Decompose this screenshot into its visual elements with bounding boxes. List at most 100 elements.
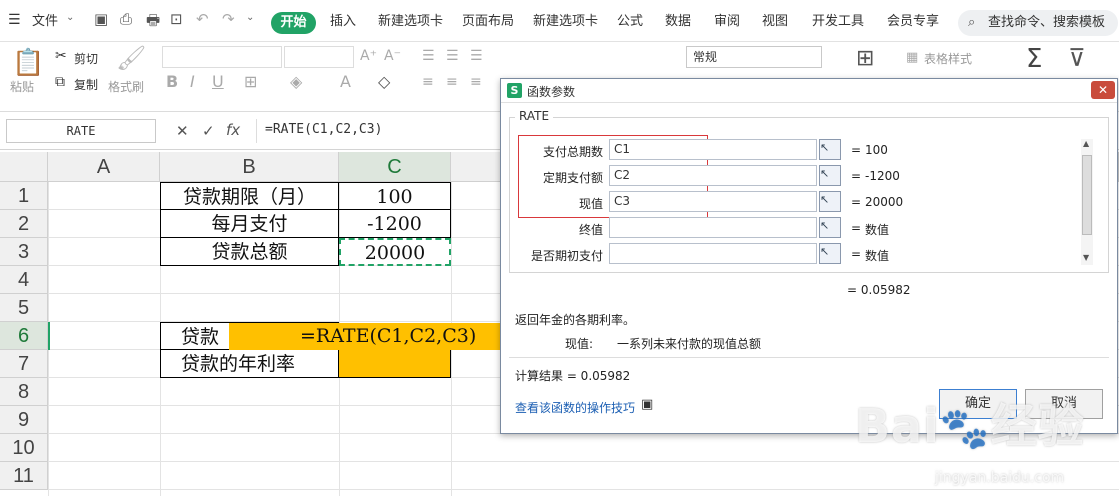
arg-input-pmt[interactable]: C2 — [609, 165, 817, 186]
cell-b1[interactable]: 贷款期限（月） — [160, 182, 339, 210]
tab-review[interactable]: 审阅 — [714, 10, 740, 29]
print-preview-icon[interactable]: ⎙ — [120, 10, 132, 28]
arg-input-nper[interactable]: C1 — [609, 139, 817, 160]
border-icon[interactable]: ⊞ — [244, 72, 257, 91]
fill-color-icon[interactable]: ◈ — [290, 72, 302, 91]
row-header[interactable]: 6 — [0, 322, 48, 350]
table-style-button[interactable]: 表格样式 — [924, 50, 972, 67]
row-header[interactable]: 9 — [0, 406, 48, 434]
scroll-up-icon[interactable]: ▲ — [1083, 139, 1089, 148]
tab-formulas[interactable]: 公式 — [617, 10, 643, 29]
align-right-icon[interactable]: ≡ — [470, 74, 482, 90]
tab-new-1[interactable]: 新建选项卡 — [378, 10, 443, 29]
tab-new-2[interactable]: 新建选项卡 — [533, 10, 598, 29]
help-link[interactable]: 查看该函数的操作技巧 — [515, 399, 635, 416]
select-all-corner[interactable] — [0, 152, 48, 182]
file-menu[interactable]: 文件 — [32, 10, 58, 29]
font-name-select[interactable] — [162, 46, 282, 68]
tab-page-layout[interactable]: 页面布局 — [462, 10, 514, 29]
print-icon[interactable]: 🖶 — [146, 10, 160, 35]
dialog-titlebar[interactable]: S 函数参数 ✕ — [501, 79, 1117, 103]
close-button[interactable]: ✕ — [1091, 81, 1115, 99]
cut-button[interactable]: 剪切 — [74, 50, 98, 67]
align-center-icon[interactable]: ≡ — [446, 74, 458, 90]
arg-input-fv[interactable] — [609, 217, 817, 238]
cell-c1[interactable]: 100 — [339, 182, 451, 210]
align-bottom-icon[interactable]: ☰ — [470, 48, 483, 64]
underline-icon[interactable]: U — [212, 72, 224, 91]
name-box[interactable]: RATE — [6, 119, 156, 143]
row-header[interactable]: 8 — [0, 378, 48, 406]
menu-icon[interactable]: ☰ — [8, 12, 21, 28]
font-grow-icon[interactable]: A⁺ — [360, 48, 377, 64]
range-picker-fv[interactable]: ↖ — [819, 217, 841, 238]
args-scrollbar[interactable]: ▲ ▼ — [1081, 139, 1093, 265]
row-header[interactable]: 2 — [0, 210, 48, 238]
arg-input-pv[interactable]: C3 — [609, 191, 817, 212]
font-shrink-icon[interactable]: A⁻ — [384, 48, 401, 64]
copy-icon[interactable]: ⧉ — [55, 74, 65, 90]
copy-button[interactable]: 复制 — [74, 76, 98, 93]
confirm-icon[interactable]: ✓ — [202, 122, 215, 140]
row-header[interactable]: 1 — [0, 182, 48, 210]
tab-insert[interactable]: 插入 — [330, 10, 356, 29]
row-header[interactable]: 11 — [0, 462, 48, 490]
paste-icon[interactable]: 📋 — [12, 48, 44, 78]
fx-icon[interactable]: fx — [226, 121, 240, 139]
cell-c3[interactable]: 20000 — [339, 238, 451, 266]
format-painter-button[interactable]: 格式刷 — [108, 78, 144, 95]
arg-input-type[interactable] — [609, 243, 817, 264]
row-header[interactable]: 4 — [0, 266, 48, 294]
align-middle-icon[interactable]: ☰ — [446, 48, 459, 64]
italic-icon[interactable]: I — [190, 72, 195, 91]
cell-b3[interactable]: 贷款总额 — [160, 238, 339, 266]
paste-button[interactable]: 粘贴 — [10, 78, 34, 95]
range-picker-pv[interactable]: ↖ — [819, 191, 841, 212]
scroll-thumb[interactable] — [1082, 155, 1092, 235]
cell-c2[interactable]: -1200 — [339, 210, 451, 238]
filter-icon[interactable]: ⊽ — [1068, 44, 1086, 72]
chevron-down-icon[interactable]: ⌄ — [66, 12, 74, 23]
cell-c7[interactable] — [339, 350, 451, 378]
align-left-icon[interactable]: ≡ — [422, 74, 434, 90]
save-icon[interactable]: ▣ — [94, 10, 108, 28]
number-format-select[interactable]: 常规 — [686, 46, 822, 68]
sum-icon[interactable]: Σ — [1026, 44, 1042, 74]
redo-icon[interactable]: ↷ — [222, 10, 235, 28]
cell-c6[interactable]: =RATE(C1,C2,C3) — [300, 322, 505, 350]
arg-label-pmt: 定期支付额 — [542, 171, 603, 185]
range-picker-nper[interactable]: ↖ — [819, 139, 841, 160]
tab-member[interactable]: 会员专享 — [887, 10, 939, 29]
search-input[interactable]: ⌕ 查找命令、搜索模板 — [958, 10, 1118, 36]
undo-icon[interactable]: ↶ — [196, 10, 209, 28]
tab-data[interactable]: 数据 — [665, 10, 691, 29]
cell-b2[interactable]: 每月支付 — [160, 210, 339, 238]
column-header-b[interactable]: B — [160, 152, 339, 182]
range-picker-type[interactable]: ↖ — [819, 243, 841, 264]
tab-developer[interactable]: 开发工具 — [812, 10, 864, 29]
bold-icon[interactable]: B — [166, 72, 178, 91]
font-size-select[interactable] — [284, 46, 354, 68]
conditional-format-icon[interactable]: ⊞ — [856, 46, 874, 71]
row-header[interactable]: 3 — [0, 238, 48, 266]
column-header-c[interactable]: C — [339, 152, 451, 182]
export-icon[interactable]: ⊡ — [170, 10, 183, 28]
format-painter-icon[interactable]: 🖌 — [116, 44, 146, 72]
cell-b7[interactable]: 贷款的年利率 — [160, 350, 339, 378]
scissors-icon[interactable]: ✂ — [55, 48, 67, 64]
more-icon[interactable]: ⌄ — [246, 12, 254, 23]
video-icon[interactable]: ▣ — [641, 397, 653, 412]
row-header[interactable]: 10 — [0, 434, 48, 462]
clear-icon[interactable]: ◇ — [378, 72, 390, 91]
column-header-a[interactable]: A — [48, 152, 160, 182]
range-picker-pmt[interactable]: ↖ — [819, 165, 841, 186]
font-color-icon[interactable]: A — [340, 72, 351, 91]
row-header[interactable]: 5 — [0, 294, 48, 322]
tab-view[interactable]: 视图 — [762, 10, 788, 29]
row-header[interactable]: 7 — [0, 350, 48, 378]
cancel-icon[interactable]: ✕ — [176, 122, 189, 140]
scroll-down-icon[interactable]: ▼ — [1083, 253, 1089, 262]
tab-start[interactable]: 开始 — [271, 12, 316, 34]
table-style-icon[interactable]: ▦ — [906, 50, 918, 65]
align-top-icon[interactable]: ☰ — [422, 48, 435, 64]
